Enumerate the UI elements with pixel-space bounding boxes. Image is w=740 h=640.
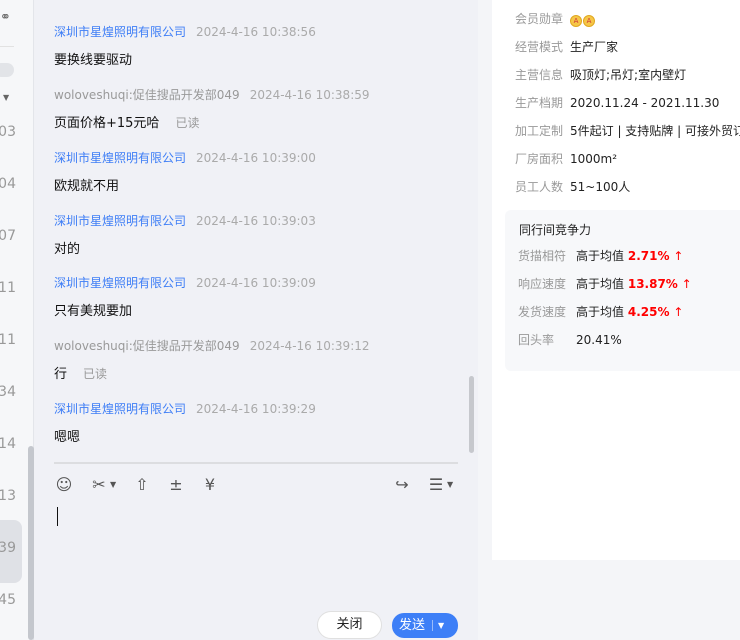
sender-name: 深圳市星煌照明有限公司: [54, 402, 187, 416]
forward-icon[interactable]: ↪: [391, 474, 413, 496]
message: woloveshuqi:促佳搜品开发部049 2024-4-16 10:38:59…: [54, 86, 370, 131]
field-value: 1000m²: [570, 152, 618, 166]
metric-label: 回头率: [518, 333, 555, 347]
emoji-icon[interactable]: ☺: [53, 474, 75, 496]
composer-divider: [54, 462, 458, 464]
upload-icon[interactable]: ⇧: [131, 474, 153, 496]
conversation-item[interactable]: 07: [0, 228, 16, 244]
send-label: 发送: [399, 618, 426, 633]
conversation-list[interactable]: ⚭ ▼ 03 04 07 11 11 34 14 13 39 45: [0, 0, 34, 640]
coupon-icon[interactable]: ¥: [199, 474, 221, 496]
sender-name: woloveshuqi:促佳搜品开发部049: [54, 339, 240, 353]
message-text: 要换线要驱动: [54, 53, 133, 68]
message-text: 只有美规要加: [54, 304, 133, 319]
timestamp: 2024-4-16 10:38:56: [196, 25, 316, 39]
metric-percent: 2.71%: [627, 249, 670, 263]
metric-value: 高于均值: [576, 249, 625, 263]
conversation-item[interactable]: 13: [0, 488, 16, 504]
timestamp: 2024-4-16 10:38:59: [249, 88, 370, 102]
message-text: 欧规就不用: [54, 179, 120, 194]
sender-name: 深圳市星煌照明有限公司: [54, 276, 187, 290]
field-value: 5件起订 | 支持贴牌 | 可接外贸订: [570, 124, 740, 138]
metric-percent: 4.25%: [627, 305, 670, 319]
supplier-card: 会员勋章 A A 经营模式 生产厂家 主营信息 吸顶灯;吊灯;室内壁灯 生产档期 2020…: [492, 0, 740, 560]
sender-name: 深圳市星煌照明有限公司: [54, 25, 187, 39]
timestamp: 2024-4-16 10:39:29: [196, 402, 316, 416]
sender-name: woloveshuqi:促佳搜品开发部049: [54, 88, 240, 102]
field-label: 厂房面积: [515, 152, 564, 166]
conversation-item[interactable]: 03: [0, 124, 16, 140]
message-text: 行: [54, 367, 68, 382]
metric-label: 发货速度: [518, 305, 567, 319]
field-label: 主营信息: [515, 68, 564, 82]
conversation-item[interactable]: 34: [0, 384, 16, 400]
up-arrow-icon: ↑: [681, 277, 692, 291]
message: 深圳市星煌照明有限公司 2024-4-16 10:39:29 嗯嗯: [54, 400, 316, 445]
field-value: 51~100人: [570, 180, 631, 194]
message: 深圳市星煌照明有限公司 2024-4-16 10:38:56 要换线要驱动: [54, 23, 316, 68]
metric-percent: 13.87%: [627, 277, 678, 291]
message: 深圳市星煌照明有限公司 2024-4-16 10:39:00 欧规就不用: [54, 149, 316, 194]
competition-title: 同行间竞争力: [519, 223, 592, 237]
sender-name: 深圳市星煌照明有限公司: [54, 214, 187, 228]
field-label: 生产档期: [515, 96, 564, 110]
conversation-item[interactable]: 11: [0, 332, 16, 348]
metric-label: 货描相符: [518, 249, 567, 263]
field-label: 员工人数: [515, 180, 564, 194]
message-text: 页面价格+15元哈: [54, 116, 160, 131]
message-input[interactable]: [57, 507, 58, 526]
message: woloveshuqi:促佳搜品开发部049 2024-4-16 10:39:12…: [54, 337, 370, 382]
message-text: 嗯嗯: [54, 430, 81, 445]
message: 深圳市星煌照明有限公司 2024-4-16 10:39:03 对的: [54, 212, 316, 257]
close-button[interactable]: 关闭: [317, 611, 382, 639]
conversation-item[interactable]: 14: [0, 436, 16, 452]
share-icon[interactable]: ⚭: [0, 10, 11, 25]
metric-value: 高于均值: [576, 305, 625, 319]
conversation-item[interactable]: 39: [0, 540, 16, 556]
read-status: 已读: [175, 116, 200, 130]
send-button[interactable]: 发送 ▼: [392, 613, 458, 638]
list-divider: [0, 46, 14, 47]
member-badge-icon: AA: [570, 12, 596, 27]
quick-reply-icon[interactable]: ☰ ▼: [425, 474, 453, 496]
metric-value: 高于均值: [576, 277, 625, 291]
list-scrollbar[interactable]: [28, 446, 34, 640]
chat-panel: 深圳市星煌照明有限公司 2024-4-16 10:38:56 要换线要驱动 wol…: [35, 0, 478, 640]
toggle[interactable]: [0, 63, 14, 77]
timestamp: 2024-4-16 10:39:09: [196, 276, 316, 290]
conversation-item[interactable]: 11: [0, 280, 16, 296]
price-adjust-icon[interactable]: ±: [165, 474, 187, 496]
conversation-item[interactable]: 04: [0, 176, 16, 192]
field-value: 生产厂家: [570, 40, 619, 54]
timestamp: 2024-4-16 10:39:12: [249, 339, 370, 353]
dropdown-caret-icon[interactable]: ▼: [3, 93, 9, 102]
competition-box: 同行间竞争力 货描相符 高于均值 2.71% ↑ 响应速度 高于均值 13.87% …: [505, 210, 740, 371]
field-label: 加工定制: [515, 124, 564, 138]
field-label: 经营模式: [515, 40, 564, 54]
field-value: 吸顶灯;吊灯;室内壁灯: [570, 68, 687, 82]
metric-label: 响应速度: [518, 277, 567, 291]
up-arrow-icon: ↑: [673, 249, 684, 263]
scissors-icon[interactable]: ✂ ▼: [88, 474, 116, 496]
message-text: 对的: [54, 242, 81, 257]
field-value: 2020.11.24 - 2021.11.30: [570, 96, 720, 110]
message: 深圳市星煌照明有限公司 2024-4-16 10:39:09 只有美规要加: [54, 274, 316, 319]
up-arrow-icon: ↑: [673, 305, 684, 319]
conversation-item[interactable]: 45: [0, 592, 16, 608]
metric-value: 20.41%: [576, 333, 622, 347]
read-status: 已读: [83, 367, 108, 381]
supplier-info-panel: 会员勋章 A A 经营模式 生产厂家 主营信息 吸顶灯;吊灯;室内壁灯 生产档期 2020…: [478, 0, 740, 640]
timestamp: 2024-4-16 10:39:03: [196, 214, 316, 228]
timestamp: 2024-4-16 10:39:00: [196, 151, 316, 165]
field-label: 会员勋章: [515, 12, 564, 26]
send-options-caret-icon[interactable]: ▼: [438, 613, 444, 638]
chat-scrollbar[interactable]: [469, 376, 474, 453]
sender-name: 深圳市星煌照明有限公司: [54, 151, 187, 165]
